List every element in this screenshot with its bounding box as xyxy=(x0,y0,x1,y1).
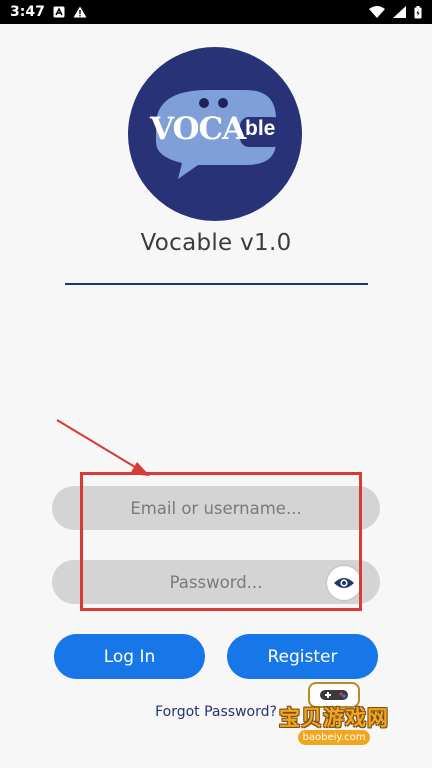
wifi-icon xyxy=(369,6,385,18)
status-time: 3:47 xyxy=(10,4,45,20)
annotation-highlight-box xyxy=(80,472,362,611)
app-title: Vocable v1.0 xyxy=(140,230,292,256)
app-logo: VOCA ble xyxy=(128,47,302,221)
watermark-url: baobeiy.com xyxy=(298,730,370,745)
status-bar: 3:47 xyxy=(0,0,432,24)
battery-icon xyxy=(414,5,422,19)
title-divider xyxy=(65,283,368,285)
notification-a-icon xyxy=(53,6,65,18)
watermark-text: 宝贝游戏网 xyxy=(279,706,389,730)
signal-icon xyxy=(393,6,406,18)
logo-text-main: VOCA xyxy=(150,111,246,147)
register-button[interactable]: Register xyxy=(227,634,378,679)
watermark: 宝贝游戏网 baobeiy.com xyxy=(268,680,400,750)
login-button[interactable]: Log In xyxy=(54,634,205,679)
status-right xyxy=(369,5,422,19)
logo-text-badge: ble xyxy=(245,117,276,140)
status-left: 3:47 xyxy=(10,4,87,20)
warning-icon xyxy=(73,6,87,18)
